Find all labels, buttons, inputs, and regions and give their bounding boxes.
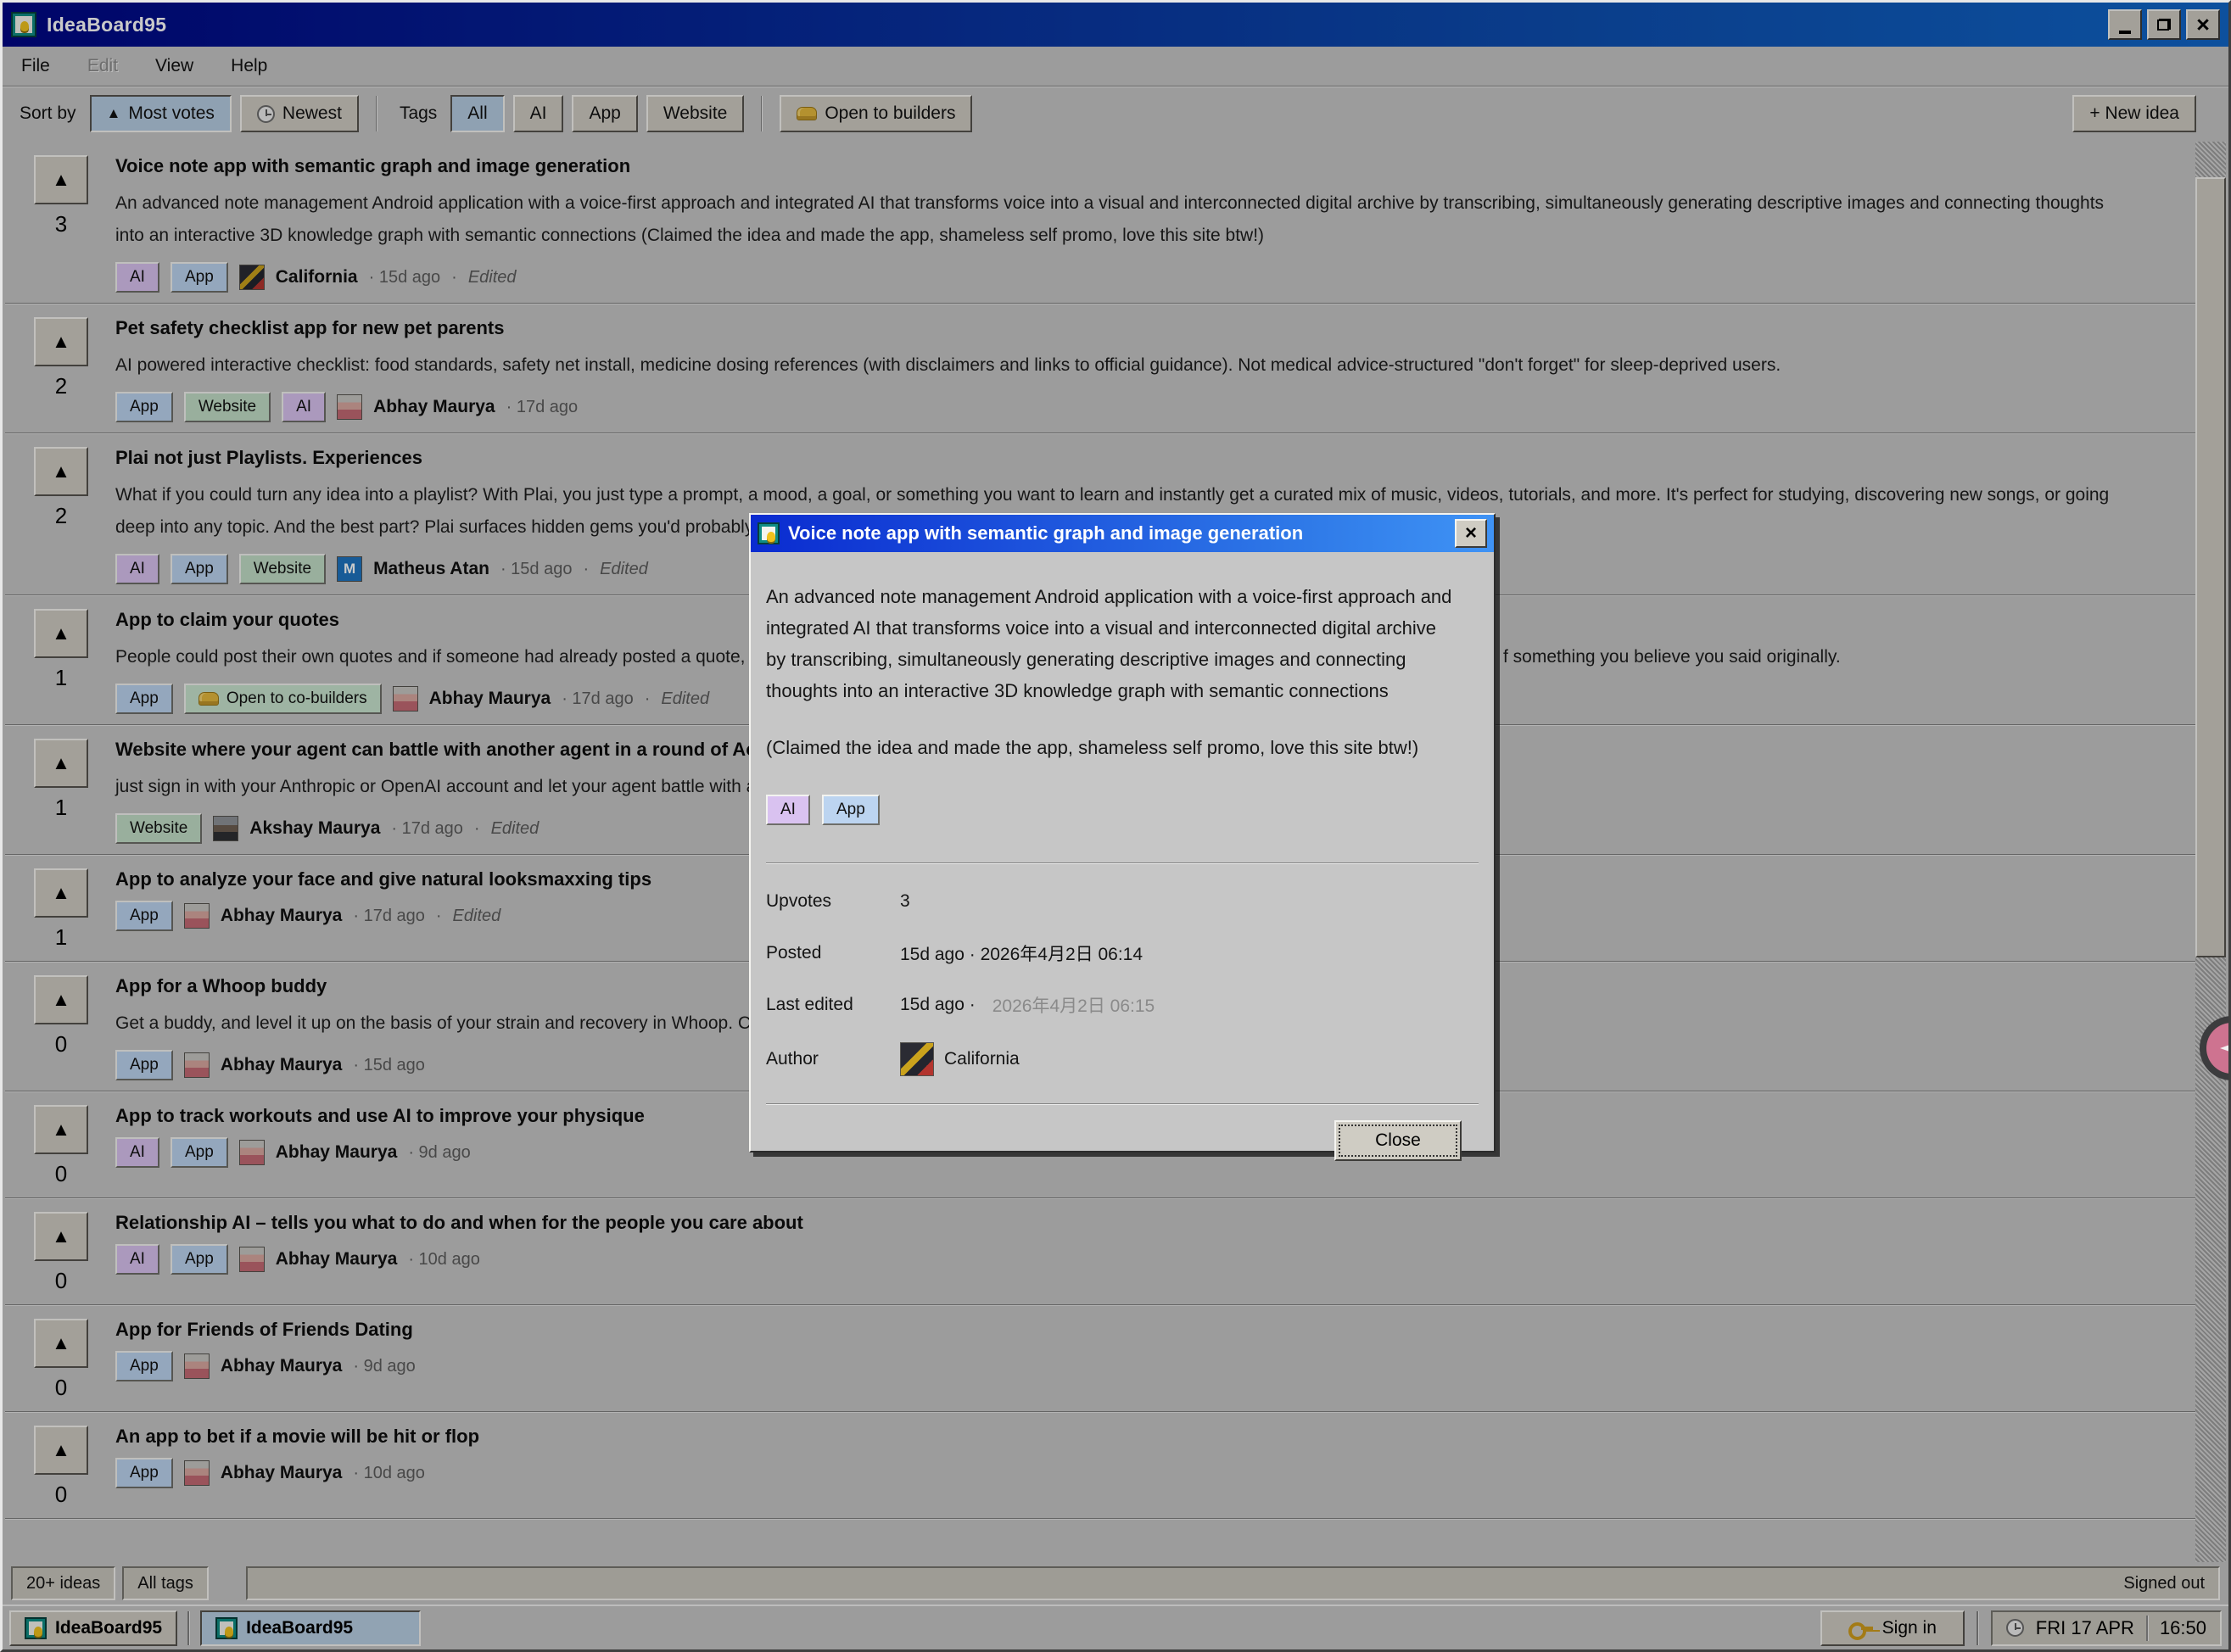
dialog-footer: Close bbox=[766, 1105, 1479, 1161]
detail-value-text: 15d ago · bbox=[900, 995, 976, 1015]
dialog-divider bbox=[766, 862, 1479, 864]
detail-row-last-edited: Last edited15d ago · 2026年4月2日 06:15 bbox=[766, 991, 1479, 1019]
detail-author-name: California bbox=[944, 1049, 1020, 1069]
dialog-body: An advanced note management Android appl… bbox=[751, 581, 1494, 1161]
detail-value: 3 bbox=[900, 891, 910, 912]
detail-label: Upvotes bbox=[766, 891, 900, 912]
dialog-tags: AI App bbox=[766, 795, 1479, 825]
detail-value: California bbox=[900, 1042, 1020, 1076]
tag-chip-ai[interactable]: AI bbox=[766, 795, 810, 825]
detail-row-author: Author California bbox=[766, 1042, 1479, 1076]
app-lightbulb-icon bbox=[758, 522, 780, 544]
dialog-description: An advanced note management Android appl… bbox=[766, 581, 1453, 706]
detail-label: Last edited bbox=[766, 995, 900, 1015]
dialog-claim-note: (Claimed the idea and made the app, sham… bbox=[766, 737, 1479, 759]
detail-value: 15d ago · 2026年4月2日 06:15 bbox=[900, 992, 1155, 1018]
tag-chip-label: AI bbox=[780, 801, 796, 819]
close-icon: × bbox=[1465, 522, 1477, 545]
detail-row-upvotes: Upvotes3 bbox=[766, 887, 1479, 916]
dialog-details: Upvotes3 Posted15d ago · 2026年4月2日 06:14 L… bbox=[766, 887, 1479, 1076]
dialog-close-button[interactable]: × bbox=[1455, 519, 1487, 548]
detail-value-muted: 2026年4月2日 06:15 bbox=[992, 992, 1155, 1018]
detail-value: 15d ago · 2026年4月2日 06:14 bbox=[900, 940, 1143, 966]
dialog-close-action-button[interactable]: Close bbox=[1334, 1120, 1462, 1161]
sparkle-icon bbox=[2220, 1036, 2231, 1060]
ideaboard95-window: IdeaBoard95 × FileEditViewHelp Sort by ▲… bbox=[0, 0, 2231, 1652]
tag-chip-label: App bbox=[836, 801, 865, 819]
idea-detail-dialog: Voice note app with semantic graph and i… bbox=[749, 513, 1496, 1152]
tag-chip-app[interactable]: App bbox=[822, 795, 880, 825]
avatar-california bbox=[900, 1042, 934, 1076]
dialog-title: Voice note app with semantic graph and i… bbox=[788, 522, 1455, 544]
detail-row-posted: Posted15d ago · 2026年4月2日 06:14 bbox=[766, 939, 1479, 968]
detail-label: Author bbox=[766, 1049, 900, 1069]
dialog-titlebar: Voice note app with semantic graph and i… bbox=[751, 515, 1494, 552]
detail-label: Posted bbox=[766, 943, 900, 963]
